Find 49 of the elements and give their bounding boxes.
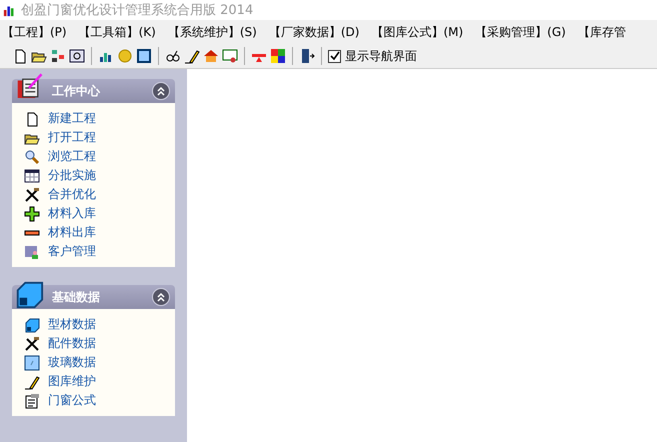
nav-link[interactable]: 新建工程 [48, 110, 96, 127]
menu-item[interactable]: 【系统维护】(S) [166, 24, 267, 40]
nav-link[interactable]: 打开工程 [48, 129, 96, 146]
frame-icon[interactable] [136, 48, 152, 64]
tools-icon [24, 186, 40, 202]
menu-item[interactable]: 【图库公式】(M) [369, 24, 474, 40]
clipboard-icon [24, 392, 40, 408]
checkbox[interactable] [328, 50, 341, 62]
nav-link[interactable]: 材料入库 [48, 205, 96, 222]
nav-link[interactable]: 配件数据 [48, 335, 96, 352]
panel-title: 工作中心 [52, 82, 102, 100]
table-icon [24, 168, 40, 184]
glasses-icon[interactable] [165, 48, 181, 64]
nav-link[interactable]: 门窗公式 [48, 392, 96, 409]
tree-icon[interactable] [50, 48, 66, 64]
window-icon[interactable] [69, 48, 85, 64]
nav-link[interactable]: 浏览工程 [48, 148, 96, 165]
chevrons-icon [156, 86, 166, 96]
certificate-icon[interactable] [222, 48, 238, 64]
profile-icon [24, 316, 40, 332]
menu-item[interactable]: 【工程】(P) [0, 24, 77, 40]
user-folder-icon [24, 244, 40, 260]
nav-link[interactable]: 合并优化 [48, 186, 96, 203]
collapse-button[interactable] [152, 288, 170, 306]
menu-item[interactable]: 【厂家数据】(D) [266, 24, 370, 40]
pane-icon [24, 354, 40, 370]
menu-item[interactable]: 【采购管理】(G) [473, 24, 576, 40]
panel-title: 基础数据 [52, 288, 101, 306]
plus-icon [24, 206, 40, 222]
pencil-icon [24, 374, 40, 390]
nav-link[interactable]: 图库维护 [48, 373, 96, 390]
search-icon [24, 148, 40, 164]
nav-link[interactable]: 型材数据 [48, 316, 96, 333]
menu-item[interactable]: 【库存管 [576, 24, 636, 40]
checkbox-label: 显示导航界面 [345, 48, 417, 64]
nav-link[interactable]: 客户管理 [48, 243, 96, 260]
grid-icon[interactable] [270, 48, 286, 64]
collapse-button[interactable] [152, 82, 170, 100]
nav-link[interactable]: 材料出库 [48, 224, 96, 241]
menu-item[interactable]: 【工具箱】(K) [76, 24, 166, 40]
house-icon[interactable] [203, 48, 219, 64]
profile-icon [14, 279, 44, 309]
nav-link[interactable]: 分批实施 [48, 167, 96, 184]
door-icon[interactable] [299, 48, 315, 64]
tools-icon [24, 336, 40, 352]
window-title: 创盈门窗优化设计管理系统合用版 2014 [21, 2, 254, 19]
chevrons-icon [156, 292, 166, 302]
nav-link[interactable]: 玻璃数据 [48, 354, 96, 371]
pencil-icon[interactable] [184, 48, 200, 64]
